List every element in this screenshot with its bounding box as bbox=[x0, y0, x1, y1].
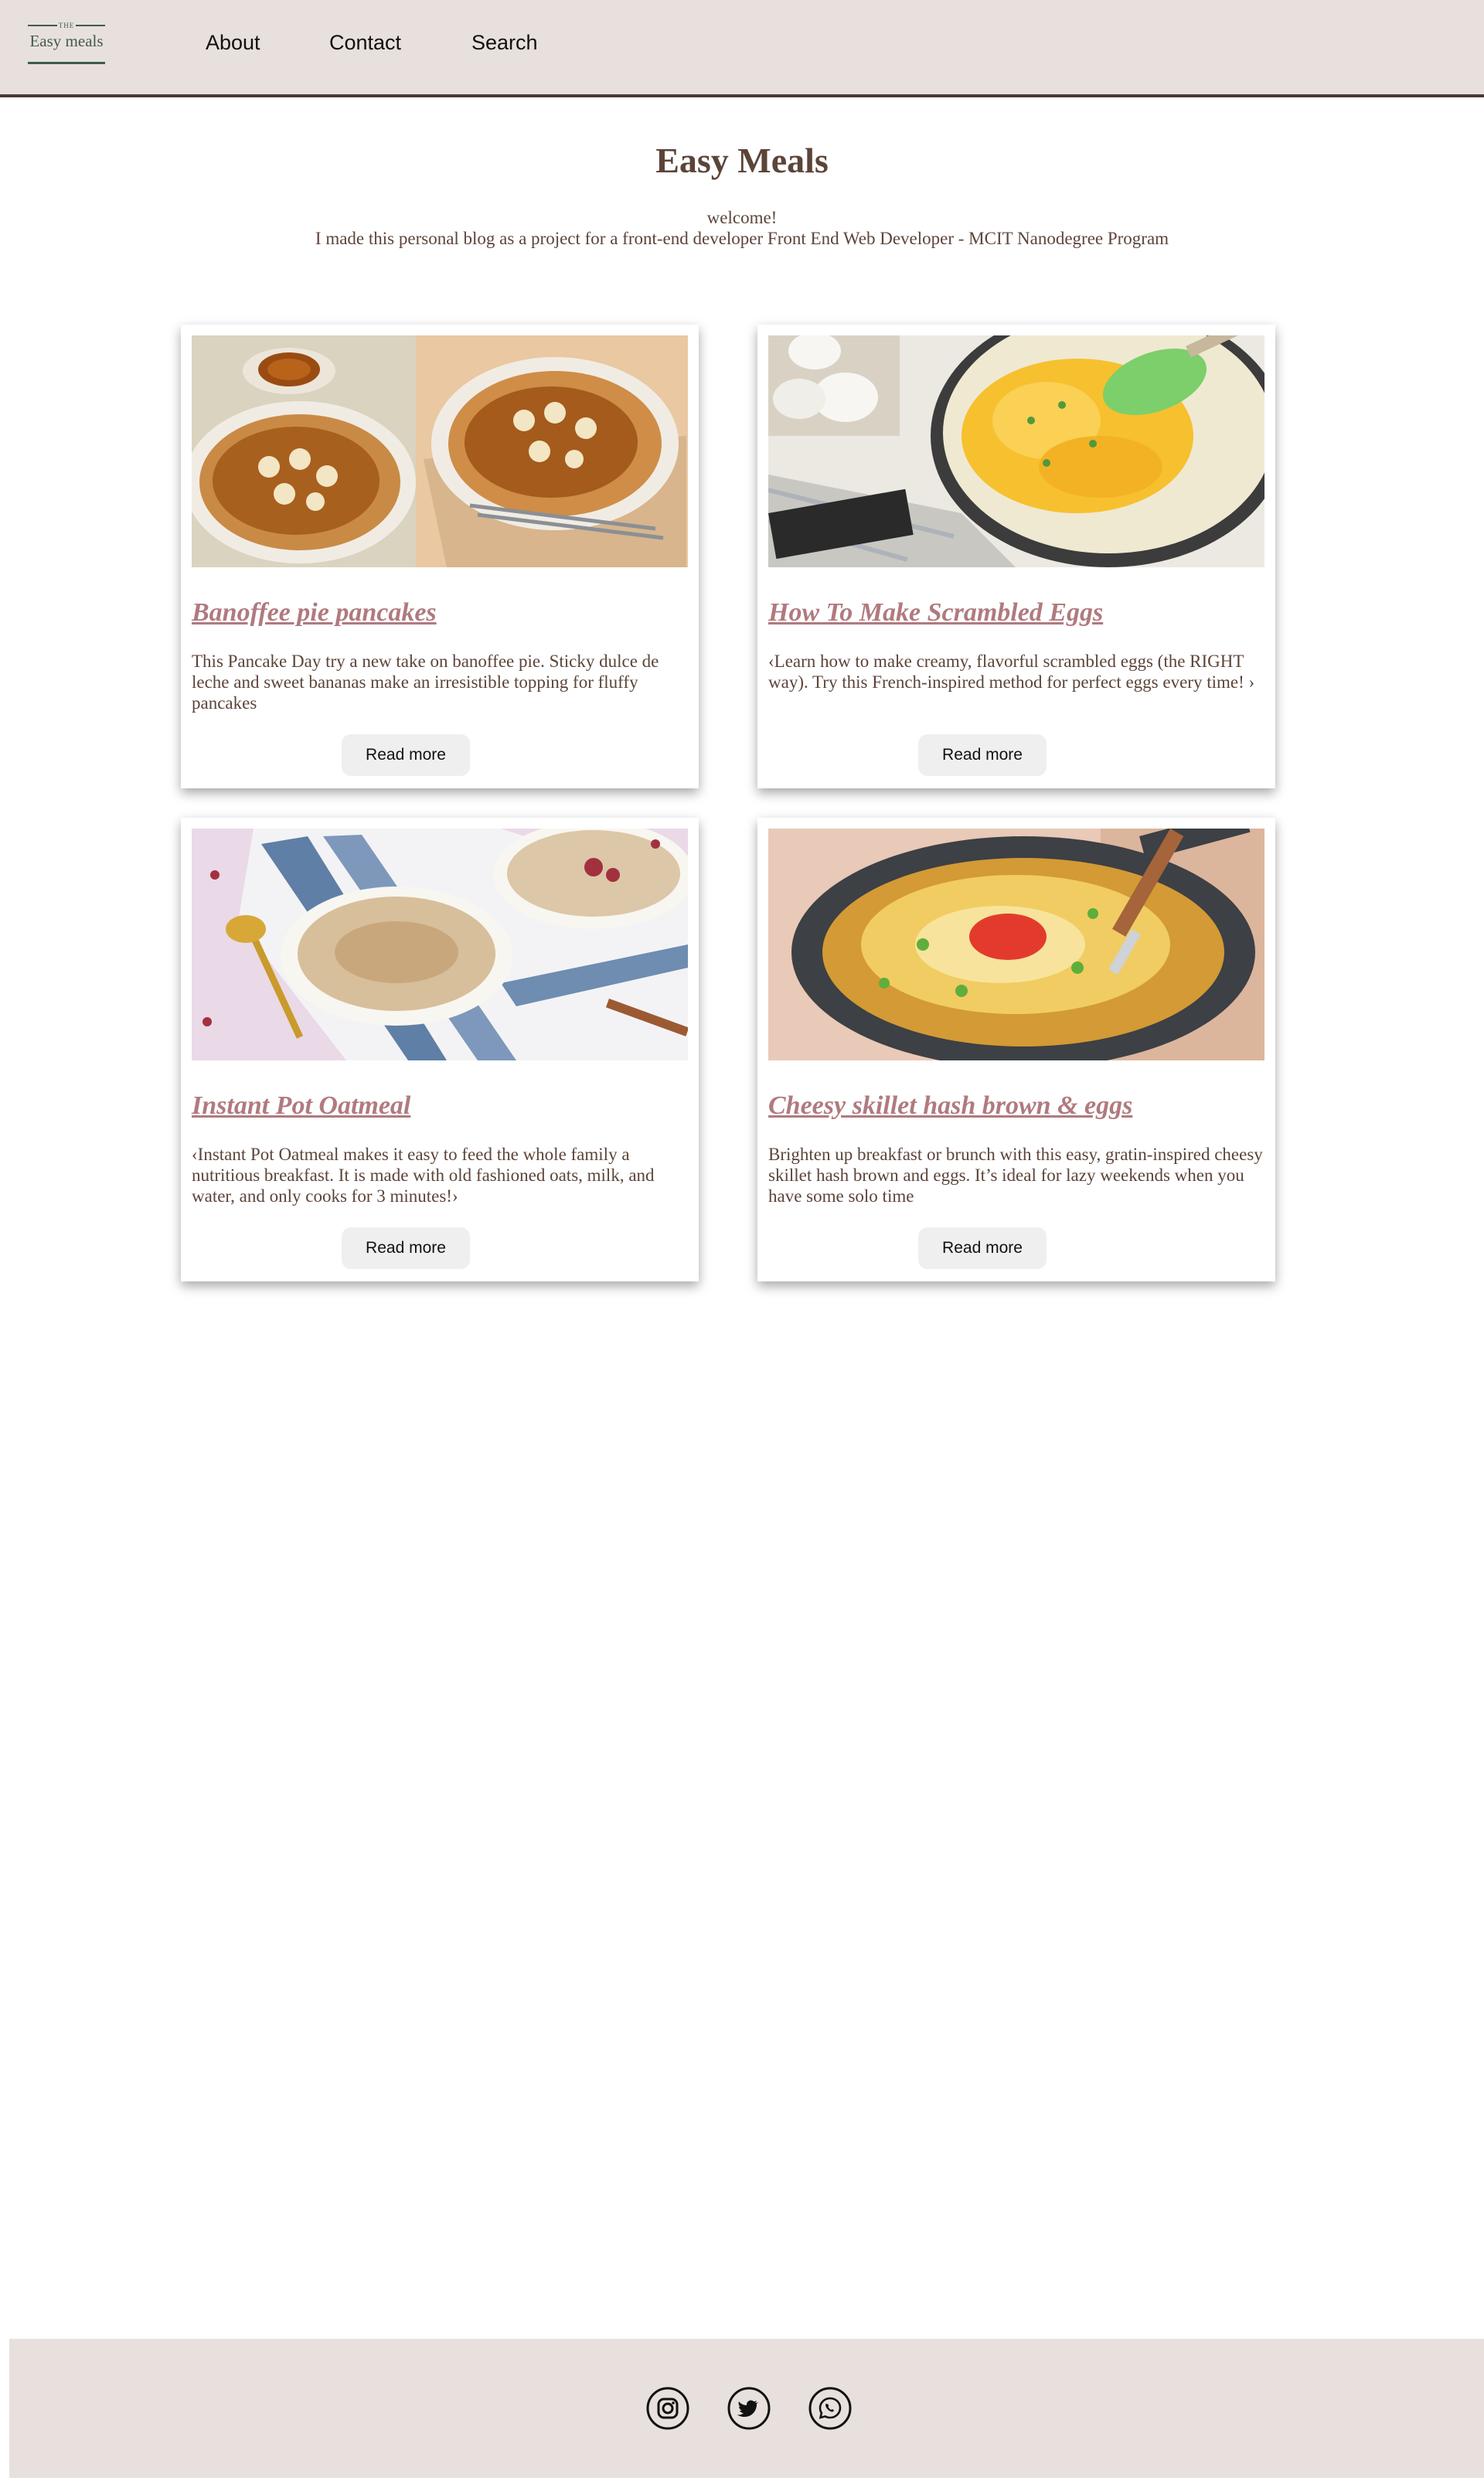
recipe-title[interactable]: How To Make Scrambled Eggs bbox=[768, 597, 1264, 629]
hash-brown-skillet-image[interactable] bbox=[768, 829, 1264, 1060]
site-logo[interactable]: THE Easy meals bbox=[26, 22, 107, 66]
recipe-title[interactable]: Banoffee pie pancakes bbox=[192, 597, 688, 629]
recipe-summary: Brighten up breakfast or brunch with thi… bbox=[768, 1145, 1263, 1206]
recipe-summary: ‹Learn how to make creamy, flavorful scr… bbox=[768, 652, 1255, 692]
instagram-icon[interactable] bbox=[646, 2387, 689, 2430]
page-title: Easy Meals bbox=[655, 141, 829, 180]
whatsapp-icon[interactable] bbox=[808, 2387, 852, 2430]
logo-name: Easy meals bbox=[29, 32, 104, 50]
intro-text: I made this personal blog as a project f… bbox=[315, 229, 1169, 248]
read-more-button[interactable]: Read more bbox=[918, 734, 1047, 776]
recipe-card: Instant Pot Oatmeal ‹Instant Pot Oatmeal… bbox=[181, 818, 699, 1281]
nav-link-search[interactable]: Search bbox=[471, 29, 538, 56]
nav-link-contact[interactable]: Contact bbox=[329, 29, 401, 56]
welcome-text: welcome! bbox=[706, 208, 778, 227]
logo-rule bbox=[76, 25, 105, 26]
recipe-card: How To Make Scrambled Eggs ‹Learn how to… bbox=[757, 325, 1275, 788]
site-footer bbox=[9, 2339, 1484, 2478]
read-more-button[interactable]: Read more bbox=[918, 1227, 1047, 1269]
logo-underline bbox=[28, 62, 105, 64]
oatmeal-image[interactable] bbox=[192, 829, 688, 1060]
read-more-button[interactable]: Read more bbox=[342, 734, 470, 776]
scrambled-eggs-image[interactable] bbox=[768, 335, 1264, 567]
twitter-icon[interactable] bbox=[727, 2387, 771, 2430]
nav-link-about[interactable]: About bbox=[206, 29, 260, 56]
recipe-card: Cheesy skillet hash brown & eggs Brighte… bbox=[757, 818, 1275, 1281]
recipe-card: Banoffee pie pancakes This Pancake Day t… bbox=[181, 325, 699, 788]
recipe-summary: ‹Instant Pot Oatmeal makes it easy to fe… bbox=[192, 1145, 655, 1206]
read-more-button[interactable]: Read more bbox=[342, 1227, 470, 1269]
recipe-title[interactable]: Cheesy skillet hash brown & eggs bbox=[768, 1090, 1264, 1122]
site-header: THE Easy meals About Contact Search bbox=[0, 0, 1484, 97]
recipe-title[interactable]: Instant Pot Oatmeal bbox=[192, 1090, 688, 1122]
banoffee-pancakes-image[interactable] bbox=[192, 335, 688, 567]
recipe-summary: This Pancake Day try a new take on banof… bbox=[192, 652, 659, 713]
